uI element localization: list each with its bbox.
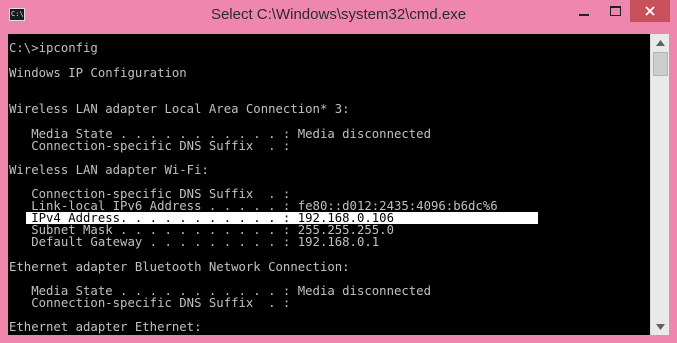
scroll-up-button[interactable] (651, 34, 669, 51)
cmd-window: C:\ Select C:\Windows\system32\cmd.exe C… (0, 0, 677, 343)
minimize-button[interactable] (570, 0, 598, 22)
console-line: Ethernet adapter Ethernet: (9, 320, 202, 334)
console-line: Wireless LAN adapter Wi-Fi: (9, 163, 209, 177)
console-line: Ethernet adapter Bluetooth Network Conne… (9, 260, 350, 274)
maximize-icon (609, 6, 621, 16)
vertical-scrollbar[interactable] (650, 34, 669, 335)
console-line: Default Gateway . . . . . . . . . : 192.… (9, 235, 380, 249)
maximize-button[interactable] (601, 0, 629, 22)
console-line: Windows IP Configuration (9, 66, 187, 80)
close-button[interactable] (630, 0, 670, 22)
scroll-thumb[interactable] (653, 52, 668, 76)
arrow-down-icon (655, 323, 665, 330)
scroll-down-button[interactable] (651, 318, 669, 335)
console-line: Connection-specific DNS Suffix . : (9, 139, 291, 153)
console-output[interactable]: C:\>ipconfig Windows IP Configuration Wi… (8, 34, 650, 335)
console-line: Connection-specific DNS Suffix . : (9, 296, 291, 310)
arrow-up-icon (655, 39, 665, 46)
console-line: Wireless LAN adapter Local Area Connecti… (9, 102, 350, 116)
console-line: C:\>ipconfig (9, 41, 98, 55)
close-icon (645, 6, 655, 16)
title-bar[interactable]: C:\ Select C:\Windows\system32\cmd.exe (0, 0, 677, 34)
minimize-icon (579, 14, 589, 16)
